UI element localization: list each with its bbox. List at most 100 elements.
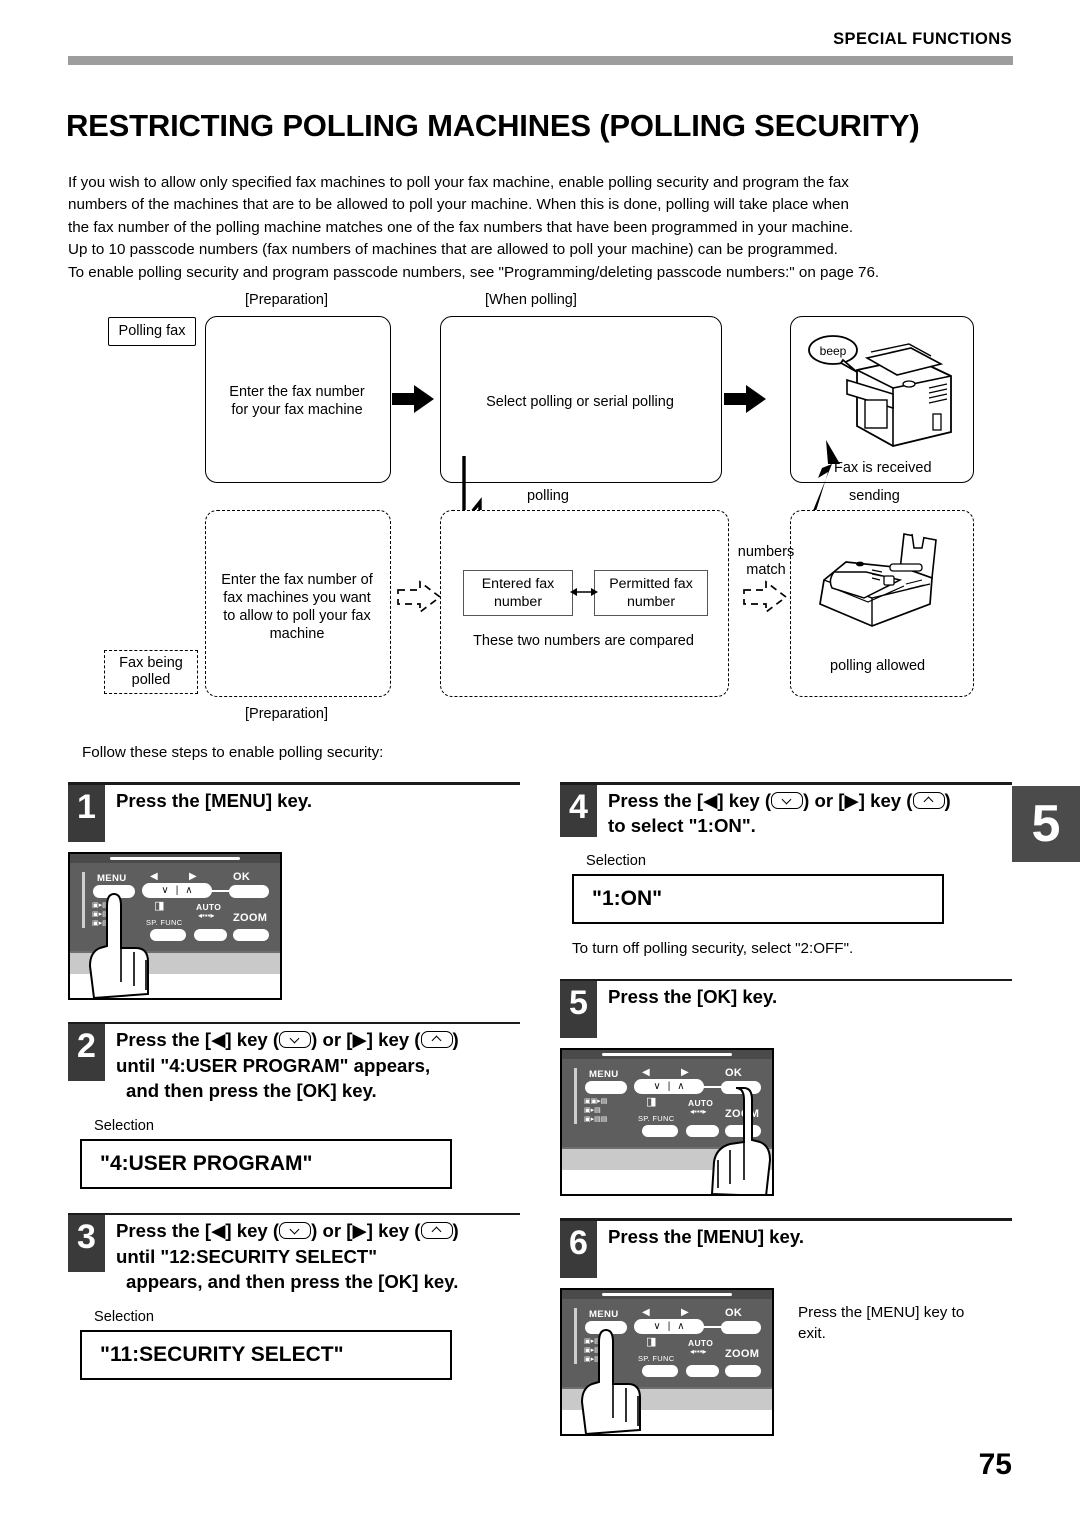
tag-polling-fax: Polling fax (108, 317, 196, 346)
step-5-text: Press the [OK] key. (597, 981, 1012, 1010)
right-key-arrow-icon: ▶ (844, 789, 859, 811)
step-4-selection-display: "1:ON" (572, 873, 944, 924)
left-key-arrow-icon: ◀ (211, 1220, 226, 1242)
up-key-glyph-icon (420, 1031, 453, 1049)
panel-connector (703, 1325, 723, 1328)
label-sending: sending (849, 488, 900, 504)
diagram-cmp-entered: Entered fax number (463, 570, 573, 616)
panel-menu-label: MENU (589, 1069, 619, 1081)
down-key-glyph-icon (279, 1031, 312, 1049)
arrow-right-icon (724, 385, 766, 413)
panel-right-arrow-icon: ▶ (189, 870, 197, 882)
step-4-text: Press the [◀] key () or [▶] key () to se… (597, 785, 1012, 839)
step-4-post: ) (944, 789, 951, 811)
panel-ok-label: OK (725, 1306, 743, 1319)
step-4-prefix: Press the [ (608, 789, 704, 811)
polling-flow-diagram: [Preparation] [When polling] [Preparatio… (0, 288, 1080, 728)
step-3-prefix: Press the [ (116, 1220, 212, 1242)
steps-column-right: 4 Press the [◀] key () or [▶] key () to … (560, 782, 1012, 1436)
panel-down-chevron-icon: ∨ (653, 1081, 661, 1093)
step-2-post: ) (452, 1029, 459, 1051)
hand-pointer-icon (88, 892, 149, 998)
panel-left-bar (574, 1068, 577, 1125)
label-polling: polling (527, 488, 569, 504)
fax-machine-illustration (808, 528, 958, 643)
step-3-selection-label: Selection (94, 1308, 155, 1325)
panel-left-arrow-icon: ◀ (642, 1306, 650, 1318)
panel-ok-button[interactable] (721, 1320, 761, 1334)
step-3: 3 Press the [◀] key () or [▶] key () unt… (68, 1212, 520, 1380)
panel-up-chevron-icon: ∧ (677, 1081, 685, 1093)
step-5-number: 5 (560, 981, 597, 1039)
panel-zoom-button[interactable] (233, 928, 269, 941)
step-5-line-1: Press the [OK] key. (608, 986, 778, 1008)
diagram-caption-preparation-top: [Preparation] (245, 292, 329, 308)
diagram-box-enter-allowed-numbers-text: Enter the fax number of fax machines you… (221, 572, 373, 642)
page-title: RESTRICTING POLLING MACHINES (POLLING SE… (66, 108, 920, 143)
hollow-arrow-right-icon (397, 580, 442, 614)
panel-spfunc-button[interactable] (642, 1125, 678, 1138)
header-rule (68, 56, 1013, 65)
hand-pointer-icon (580, 1328, 641, 1434)
tag-fax-being-polled: Fax being polled (104, 650, 198, 694)
down-key-glyph-icon (279, 1222, 312, 1240)
step-3-selection-display: "11:SECURITY SELECT" (80, 1329, 452, 1380)
panel-left-arrow-icon: ◀ (150, 870, 158, 882)
intro-line-4: Up to 10 passcode numbers (fax numbers o… (68, 241, 838, 259)
document-page: SPECIAL FUNCTIONS RESTRICTING POLLING MA… (0, 0, 1080, 1529)
panel-highlight (110, 856, 240, 860)
step-4-number: 4 (560, 784, 597, 837)
panel-menu-button[interactable] (585, 1081, 627, 1095)
diagram-cmp-caption: These two numbers are compared (473, 633, 694, 649)
step-3-number: 3 (68, 1215, 105, 1273)
step-1-number: 1 (68, 784, 105, 842)
section-header-label: SPECIAL FUNCTIONS (833, 30, 1012, 48)
step-2-prefix: Press the [ (116, 1029, 212, 1051)
step-4-mid-1: ] key ( (717, 789, 772, 811)
up-key-glyph-icon (912, 791, 945, 809)
panel-menu-label: MENU (97, 872, 127, 884)
diagram-box-select-polling-text: Select polling or serial polling (486, 394, 674, 410)
step-3-post: ) (452, 1220, 459, 1242)
right-key-arrow-icon: ▶ (352, 1220, 367, 1242)
panel-left-arrow-icon: ◀ (642, 1067, 650, 1079)
operation-panel-illustration-step5: MENU ◀ ▶ ∨ | ∧ OK ▣▣▸▤ ▣▸▤ ▣▸▤▤ ◨ SP. FU… (560, 1048, 774, 1197)
double-arrow-icon (570, 588, 598, 596)
panel-auto-button[interactable] (686, 1364, 719, 1377)
step-6: 6 Press the [MENU] key. MENU ◀ ▶ ∨ | ∧ O… (560, 1218, 1012, 1436)
step-2-selection-display: "4:USER PROGRAM" (80, 1138, 452, 1189)
diagram-caption-preparation-bottom: [Preparation] (245, 706, 329, 722)
panel-ok-label: OK (233, 870, 251, 883)
page-number: 75 (978, 1448, 1012, 1481)
panel-nav-capsule[interactable]: ∨ | ∧ (634, 1079, 704, 1095)
step-3-line-2: until "12:SECURITY SELECT" (116, 1245, 378, 1267)
panel-auto-button[interactable] (194, 928, 227, 941)
panel-highlight (602, 1292, 732, 1296)
left-key-arrow-icon: ◀ (211, 1029, 226, 1051)
panel-zoom-button[interactable] (725, 1364, 761, 1377)
panel-connector (211, 889, 231, 892)
step-6-number: 6 (560, 1220, 597, 1278)
panel-ok-label: OK (725, 1067, 743, 1080)
panel-zoom-label: ZOOM (725, 1347, 760, 1360)
panel-right-arrow-icon: ▶ (681, 1306, 689, 1318)
panel-spfunc-label: SP. FUNC (638, 1114, 675, 1124)
step-1: 1 Press the [MENU] key. MENU ◀ ▶ ∨ | ∧ O… (68, 782, 520, 1000)
hand-pointer-icon (710, 1087, 772, 1195)
step-3-mid-3: ] key ( (366, 1220, 421, 1242)
left-key-arrow-icon: ◀ (703, 789, 718, 811)
diagram-box-enter-own-number-text: Enter the fax number for your fax machin… (229, 384, 365, 418)
right-key-arrow-icon: ▶ (352, 1029, 367, 1051)
panel-right-arrow-icon: ▶ (681, 1067, 689, 1079)
step-4-line-2: to select "1:ON". (608, 815, 756, 837)
panel-up-chevron-icon: ∧ (185, 884, 193, 896)
step-6-text: Press the [MENU] key. (597, 1221, 1012, 1250)
step-1-text: Press the [MENU] key. (105, 785, 520, 814)
panel-up-chevron-icon: ∧ (677, 1320, 685, 1332)
arrow-right-icon (392, 385, 434, 413)
up-key-glyph-icon (420, 1222, 453, 1240)
step-5: 5 Press the [OK] key. MENU ◀ ▶ ∨ | ∧ OK … (560, 978, 1012, 1197)
panel-ok-button[interactable] (229, 884, 269, 898)
step-4-selection-label: Selection (586, 852, 647, 869)
step-2-selection-label: Selection (94, 1117, 155, 1134)
